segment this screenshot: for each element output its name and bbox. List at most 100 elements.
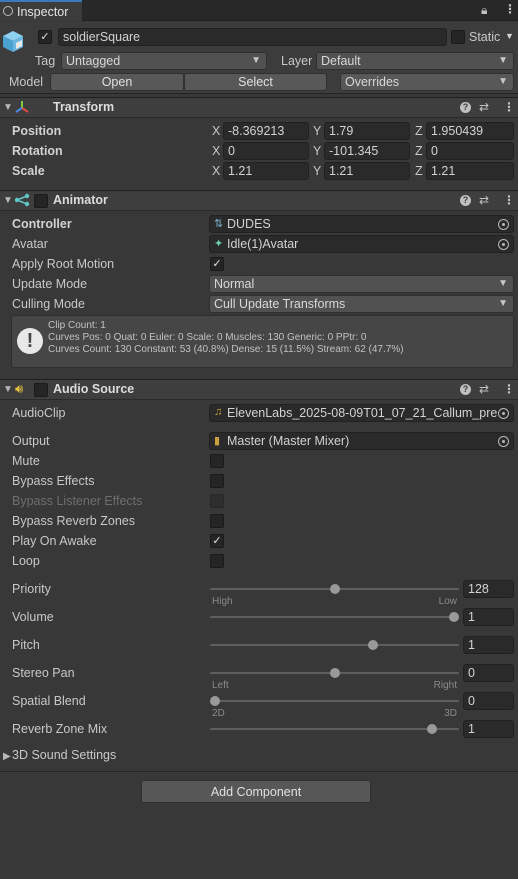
output-value: Master (Master Mixer)	[227, 434, 350, 448]
apply-root-motion-checkbox[interactable]: ✓	[210, 257, 224, 271]
position-z-field[interactable]: 1.950439	[426, 122, 514, 140]
spatial-blend-slider-track[interactable]	[210, 700, 459, 702]
spatial-blend-value-field[interactable]: 0	[463, 692, 514, 710]
animator-header[interactable]: ▼ Animator ? ⇄ ⋮	[0, 190, 518, 211]
stereo-pan-value-field[interactable]: 0	[463, 664, 514, 682]
divider	[0, 771, 518, 772]
tag-value: Untagged	[66, 54, 121, 68]
spatial-blend-label: Spatial Blend	[12, 694, 86, 708]
3d-sound-settings-foldout[interactable]: 3D Sound Settings	[12, 748, 116, 762]
avatar-field[interactable]: ✦ Idle(1)Avatar	[209, 235, 514, 253]
pitch-value-field[interactable]: 1	[463, 636, 514, 654]
foldout-expanded-icon[interactable]: ▼	[3, 195, 13, 206]
audio-source-header[interactable]: ▼ 🔊︎ Audio Source ? ⇄ ⋮	[0, 379, 518, 400]
rotation-label: Rotation	[12, 144, 63, 158]
bypass-reverb-zones-checkbox[interactable]	[210, 514, 224, 528]
rotation-x-field[interactable]: 0	[223, 142, 309, 160]
audio-source-enabled-checkbox[interactable]	[34, 383, 48, 397]
reverb-zone-mix-value-field[interactable]: 1	[463, 720, 514, 738]
presets-icon[interactable]: ⇄	[479, 100, 489, 114]
spatial-blend-slider-thumb[interactable]	[210, 696, 220, 706]
object-name-input[interactable]: soldierSquare	[58, 28, 447, 46]
loop-checkbox[interactable]	[210, 554, 224, 568]
foldout-collapsed-icon[interactable]: ▶	[3, 751, 11, 762]
controller-field[interactable]: ⇅ DUDES	[209, 215, 514, 233]
object-picker-icon[interactable]	[498, 239, 509, 250]
animator-controller-icon: ⇅	[214, 218, 224, 230]
position-x-field[interactable]: -8.369213	[223, 122, 309, 140]
volume-value-field[interactable]: 1	[463, 608, 514, 626]
info-line: Curves Pos: 0 Quat: 0 Euler: 0 Scale: 0 …	[48, 332, 367, 343]
overrides-label: Overrides	[345, 75, 400, 89]
stereo-pan-slider-thumb[interactable]	[329, 668, 340, 678]
pitch-slider-thumb[interactable]	[367, 640, 378, 650]
controller-value: DUDES	[227, 217, 271, 231]
output-field[interactable]: ▮ Master (Master Mixer)	[209, 432, 514, 450]
foldout-expanded-icon[interactable]: ▼	[3, 102, 13, 113]
transform-header[interactable]: ▼ Transform ? ⇄ ⋮	[0, 97, 518, 118]
object-header: ✓ soldierSquare Static ▼ Tag Untagged ▼ …	[0, 22, 518, 94]
object-picker-icon[interactable]	[498, 408, 509, 419]
scale-y-field[interactable]: 1.21	[324, 162, 410, 180]
select-button[interactable]: Select	[184, 73, 327, 91]
rotation-z-field[interactable]: 0	[426, 142, 514, 160]
static-dropdown-arrow-icon[interactable]: ▼	[505, 31, 514, 41]
add-component-button[interactable]: Add Component	[141, 780, 371, 803]
position-y-field[interactable]: 1.79	[324, 122, 410, 140]
chevron-down-icon: ▼	[498, 278, 508, 289]
pitch-slider-track[interactable]	[210, 644, 459, 646]
transform-axis-icon	[15, 101, 29, 113]
spatial-blend-min-caption: 2D	[212, 708, 225, 719]
kebab-menu-icon[interactable]: ⋮	[503, 100, 515, 114]
bypass-effects-checkbox[interactable]	[210, 474, 224, 488]
scale-x-field[interactable]: 1.21	[223, 162, 309, 180]
layer-dropdown[interactable]: Default ▼	[316, 52, 514, 70]
kebab-menu-icon[interactable]: ⋮	[504, 2, 516, 16]
overrides-dropdown[interactable]: Overrides ▼	[340, 73, 514, 91]
active-checkbox[interactable]: ✓	[38, 30, 52, 44]
kebab-menu-icon[interactable]: ⋮	[503, 193, 515, 207]
mute-checkbox[interactable]	[210, 454, 224, 468]
reverb-zone-mix-slider-track[interactable]	[210, 728, 459, 730]
priority-slider-thumb[interactable]	[329, 584, 340, 594]
animator-enabled-checkbox[interactable]	[34, 194, 48, 208]
axis-z-label: Z	[415, 164, 423, 178]
avatar-icon: ✦	[214, 238, 224, 250]
controller-label: Controller	[12, 217, 72, 231]
stereo-pan-min-caption: Left	[212, 680, 229, 691]
volume-label: Volume	[12, 610, 54, 624]
tab-inspector[interactable]: Inspector	[0, 0, 82, 21]
axis-y-label: Y	[313, 144, 322, 158]
static-checkbox[interactable]	[451, 30, 465, 44]
scale-z-field[interactable]: 1.21	[426, 162, 514, 180]
open-button[interactable]: Open	[50, 73, 184, 91]
help-icon[interactable]: ?	[460, 195, 471, 206]
spatial-blend-max-caption: 3D	[444, 708, 457, 719]
priority-max-caption: Low	[438, 596, 457, 607]
tag-label: Tag	[35, 54, 56, 68]
update-mode-dropdown[interactable]: Normal ▼	[209, 275, 514, 293]
presets-icon[interactable]: ⇄	[479, 193, 489, 207]
volume-slider-thumb[interactable]	[449, 612, 459, 622]
object-picker-icon[interactable]	[498, 219, 509, 230]
object-picker-icon[interactable]	[498, 436, 509, 447]
info-line: Clip Count: 1	[48, 320, 106, 331]
presets-icon[interactable]: ⇄	[479, 382, 489, 396]
help-icon[interactable]: ?	[460, 384, 471, 395]
volume-slider-track[interactable]	[210, 616, 459, 618]
foldout-expanded-icon[interactable]: ▼	[3, 384, 13, 395]
help-icon[interactable]: ?	[460, 102, 471, 113]
axis-z-label: Z	[415, 144, 423, 158]
culling-mode-dropdown[interactable]: Cull Update Transforms ▼	[209, 295, 514, 313]
audio-mixer-icon: ▮	[214, 435, 221, 447]
play-on-awake-checkbox[interactable]: ✓	[210, 534, 224, 548]
priority-value-field[interactable]: 128	[463, 580, 514, 598]
audio-clip-field[interactable]: ♫ ElevenLabs_2025-08-09T01_07_21_Callum_…	[209, 404, 514, 422]
kebab-menu-icon[interactable]: ⋮	[503, 382, 515, 396]
lock-icon[interactable]: 🔒︎	[481, 3, 487, 18]
axis-x-label: X	[212, 144, 221, 158]
reverb-zone-mix-slider-thumb[interactable]	[427, 724, 438, 734]
rotation-y-field[interactable]: -101.345	[324, 142, 410, 160]
tag-dropdown[interactable]: Untagged ▼	[61, 52, 267, 70]
chevron-down-icon: ▼	[498, 55, 508, 66]
